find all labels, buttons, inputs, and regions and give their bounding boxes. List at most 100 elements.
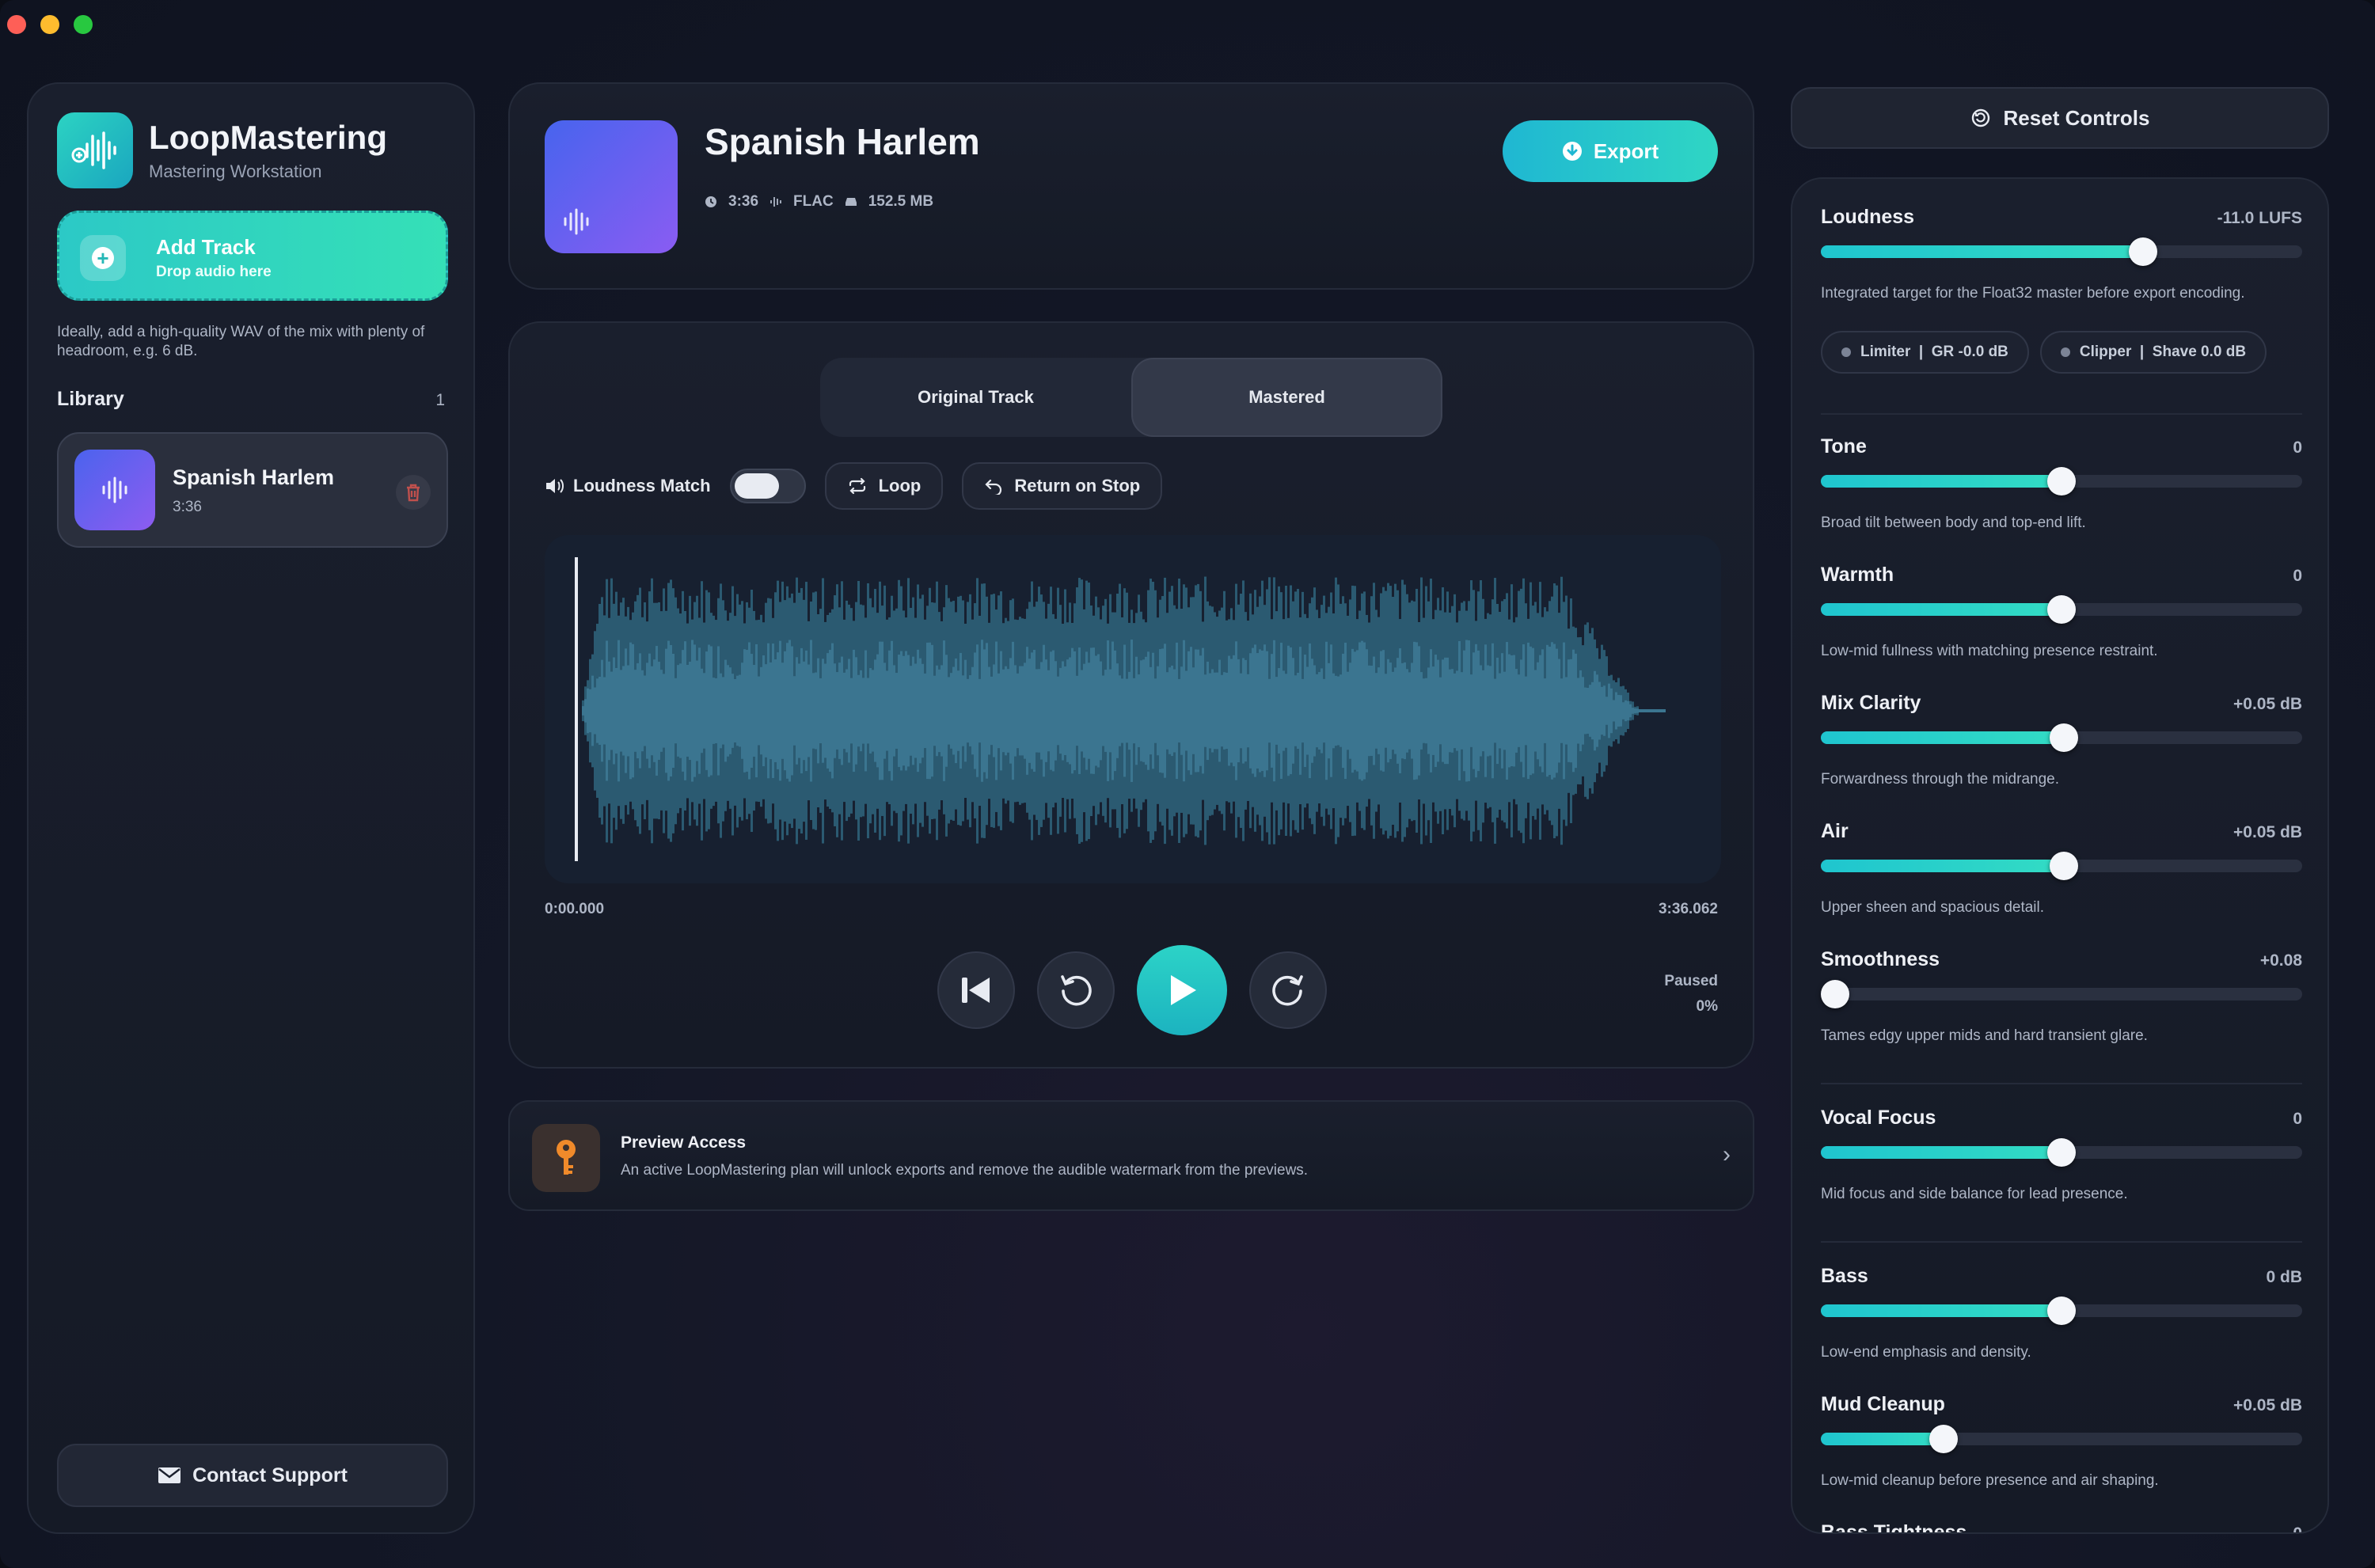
delete-track-icon[interactable] [396, 475, 431, 510]
control-value: +0.05 dB [2233, 1396, 2302, 1414]
library-item[interactable]: Spanish Harlem 3:36 [57, 432, 448, 548]
slider-thumb[interactable] [2050, 852, 2078, 880]
rewind-button[interactable] [1037, 951, 1115, 1029]
control-value: +0.05 dB [2233, 823, 2302, 841]
key-icon [532, 1124, 600, 1192]
slider-thumb[interactable] [2129, 237, 2157, 266]
track-size: 152.5 MB [868, 193, 934, 210]
player-panel: Original Track Mastered Loudness Match L… [508, 321, 1754, 1069]
mastering-controls: Loudness -11.0 LUFS Integrated target fo… [1791, 177, 2329, 1534]
slider-thumb[interactable] [2047, 1138, 2076, 1167]
loudness-match: Loudness Match [545, 476, 711, 496]
library-item-duration: 3:36 [173, 499, 202, 515]
playback-status: Paused 0% [1664, 969, 1718, 1019]
processor-chips: Limiter | GR -0.0 dB Clipper | Shave 0.0… [1821, 331, 2267, 374]
play-button[interactable] [1137, 945, 1227, 1035]
loop-button[interactable]: Loop [824, 462, 944, 510]
slider-thumb[interactable] [2047, 467, 2076, 495]
control-value: 0 [2293, 1110, 2302, 1128]
bass-slider[interactable] [1821, 1297, 2302, 1325]
control-value: 0 dB [2266, 1268, 2302, 1286]
preview-access-text: An active LoopMastering plan will unlock… [621, 1162, 1309, 1179]
control-name: Warmth [1821, 564, 1894, 586]
control-name: Bass [1821, 1265, 1868, 1287]
forward-button[interactable] [1249, 951, 1327, 1029]
slider-thumb[interactable] [2050, 723, 2078, 752]
control-description: Forwardness through the midrange. [1821, 771, 2059, 788]
control-value: 0 [2293, 439, 2302, 457]
playhead[interactable] [575, 557, 578, 861]
chevron-right-icon: › [1723, 1141, 1731, 1167]
library-item-name: Spanish Harlem [173, 465, 335, 489]
library-heading: Library [57, 388, 124, 410]
preview-access-banner[interactable]: Preview Access An active LoopMastering p… [508, 1100, 1754, 1211]
speaker-icon [546, 479, 564, 493]
control-name: Air [1821, 820, 1849, 842]
preview-access-title: Preview Access [621, 1133, 747, 1152]
smoothness-slider[interactable] [1821, 980, 2302, 1008]
library-count: 1 [435, 391, 445, 409]
export-button[interactable]: Export [1503, 120, 1718, 182]
slider-thumb[interactable] [2047, 1297, 2076, 1325]
tab-original-track[interactable]: Original Track [820, 358, 1131, 437]
air-slider[interactable] [1821, 852, 2302, 880]
add-icon: + [80, 235, 126, 281]
progress-percent: 0% [1696, 998, 1718, 1015]
add-track-button[interactable]: + Add Track Drop audio here [57, 211, 448, 301]
return-on-stop-label: Return on Stop [1014, 476, 1141, 495]
tone-slider[interactable] [1821, 467, 2302, 495]
clipper-chip[interactable]: Clipper | Shave 0.0 dB [2039, 331, 2267, 374]
limiter-chip-label: Limiter | GR -0.0 dB [1860, 344, 2008, 360]
app-subtitle: Mastering Workstation [149, 161, 322, 181]
status-text: Paused [1664, 973, 1718, 989]
reset-controls-button[interactable]: Reset Controls [1791, 87, 2329, 149]
slider-thumb[interactable] [2047, 595, 2076, 624]
control-value: 0 [2293, 1524, 2302, 1534]
control-description: Low-end emphasis and density. [1821, 1344, 2031, 1361]
mix-clarity-slider[interactable] [1821, 723, 2302, 752]
download-icon [1562, 142, 1582, 161]
close-window-button[interactable] [7, 15, 26, 34]
reset-icon [1971, 108, 1989, 127]
divider [1821, 1241, 2302, 1243]
track-title: Spanish Harlem [705, 121, 980, 162]
track-artwork-icon [74, 450, 155, 530]
slider-thumb[interactable] [1821, 980, 1849, 1008]
slider-thumb[interactable] [1929, 1425, 1958, 1453]
zoom-window-button[interactable] [74, 15, 93, 34]
waveform-display[interactable] [545, 535, 1721, 883]
control-name: Vocal Focus [1821, 1107, 1936, 1129]
loudness-match-toggle[interactable] [729, 469, 806, 503]
app-name: LoopMastering [149, 119, 387, 156]
sidebar: LoopMastering Mastering Workstation + Ad… [27, 82, 475, 1534]
mail-icon [158, 1467, 181, 1483]
control-value: -11.0 LUFS [2217, 209, 2302, 227]
vocal-focus-slider[interactable] [1821, 1138, 2302, 1167]
clock-icon [705, 196, 716, 207]
control-name: Mix Clarity [1821, 692, 1921, 714]
loudness-slider[interactable] [1821, 237, 2302, 266]
mud-cleanup-slider[interactable] [1821, 1425, 2302, 1453]
control-description: Broad tilt between body and top-end lift… [1821, 514, 2086, 531]
track-metadata: 3:36 FLAC 152.5 MB [705, 193, 933, 211]
limiter-chip[interactable]: Limiter | GR -0.0 dB [1821, 331, 2029, 374]
divider [1821, 1083, 2302, 1084]
loudness-match-label: Loudness Match [573, 476, 711, 495]
repeat-icon [849, 477, 865, 495]
track-format: FLAC [793, 193, 834, 210]
minimize-window-button[interactable] [40, 15, 59, 34]
contact-support-label: Contact Support [192, 1464, 348, 1486]
control-value: 0 [2293, 567, 2302, 585]
forward-icon [1272, 975, 1303, 1006]
skip-back-icon [962, 978, 990, 1003]
control-description: Tames edgy upper mids and hard transient… [1821, 1027, 2148, 1044]
add-track-subtitle: Drop audio here [156, 264, 272, 280]
skip-to-start-button[interactable] [937, 951, 1015, 1029]
contact-support-button[interactable]: Contact Support [57, 1444, 448, 1507]
return-on-stop-button[interactable]: Return on Stop [962, 462, 1163, 510]
tab-mastered[interactable]: Mastered [1131, 358, 1442, 437]
control-name: Smoothness [1821, 948, 1940, 970]
warmth-slider[interactable] [1821, 595, 2302, 624]
control-description: Low-mid fullness with matching presence … [1821, 643, 2158, 659]
track-header: Spanish Harlem 3:36 FLAC 152.5 MB Export [508, 82, 1754, 290]
